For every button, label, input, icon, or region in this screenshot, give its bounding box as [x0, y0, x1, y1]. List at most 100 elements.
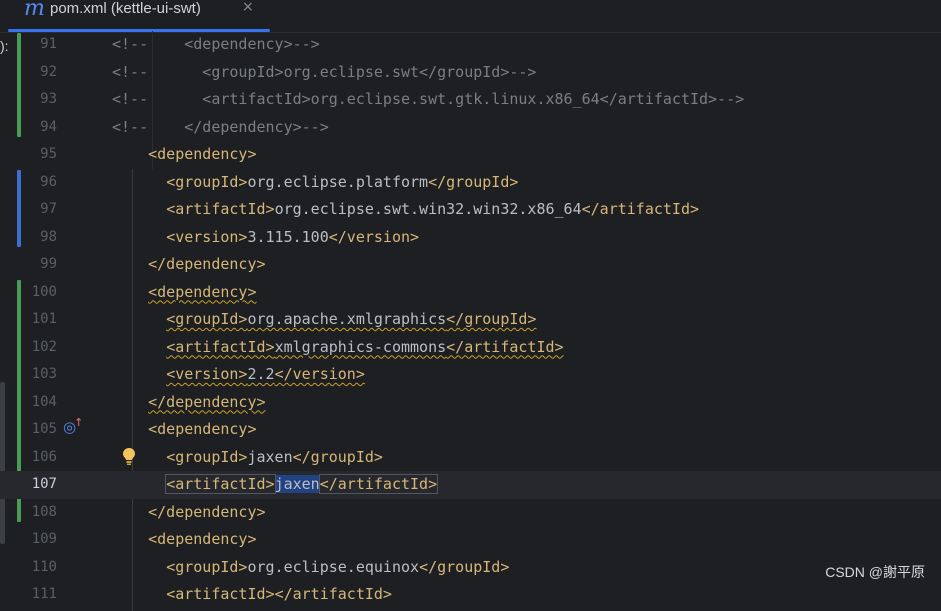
code-line[interactable]: 103 <version>2.2</version>	[0, 361, 941, 389]
code-line[interactable]: 101 <groupId>org.apache.xmlgraphics</gro…	[0, 306, 941, 334]
xml-value: org.eclipse.platform	[247, 172, 429, 191]
code-content: </dependency>	[148, 393, 265, 411]
line-number[interactable]: 97	[20, 200, 57, 218]
code-line[interactable]: 99 </dependency>	[0, 251, 941, 279]
xml-value: 3.115.100	[247, 227, 329, 246]
line-number[interactable]: 106	[20, 448, 57, 466]
code-content: <groupId>org.apache.xmlgraphics</groupId…	[166, 310, 536, 328]
xml-tag: </dependency>	[148, 255, 266, 273]
maven-m-icon: m	[24, 0, 45, 21]
code-line[interactable]: 111 <artifactId></artifactId>	[0, 581, 941, 609]
code-text: <!-- </dependency>-->	[112, 118, 329, 136]
line-number[interactable]: 92	[20, 63, 57, 81]
code-line[interactable]: 93 <!-- <artifactId>org.eclipse.swt.gtk.l…	[0, 86, 941, 114]
xml-tag: <dependency>	[148, 145, 257, 163]
xml-close-tag: </artifactId>	[274, 585, 392, 603]
code-content: <version>2.2</version>	[166, 365, 365, 383]
code-line[interactable]: 107 <artifactId>jaxen</artifactId>	[0, 471, 941, 499]
line-number[interactable]: 94	[20, 118, 57, 136]
xml-close-tag: </artifactId>	[318, 474, 439, 494]
line-number[interactable]: 104	[20, 393, 57, 411]
code-line[interactable]: 108 </dependency>	[0, 499, 941, 527]
close-tab-icon[interactable]: ×	[242, 0, 254, 15]
tab-pom-xml[interactable]: m pom.xml (kettle-ui-swt) ×	[8, 0, 270, 32]
xml-comment: <!-- <artifactId>org.eclipse.swt.gtk.lin…	[112, 90, 745, 108]
code-content: <groupId>org.eclipse.platform</groupId>	[166, 173, 518, 191]
xml-open-tag: <groupId>	[166, 172, 248, 191]
code-line[interactable]: 96 <groupId>org.eclipse.platform</groupI…	[0, 169, 941, 197]
code-line[interactable]: 105 <dependency> ◎↑	[0, 416, 941, 444]
lightbulb-icon[interactable]	[122, 447, 136, 467]
code-text: <groupId>jaxen</groupId>	[112, 448, 383, 466]
xml-open-tag: <version>	[166, 365, 248, 383]
xml-open-tag: <groupId>	[166, 447, 248, 466]
xml-comment: <!-- <groupId>org.eclipse.swt</groupId>-…	[112, 62, 537, 81]
xml-close-tag: </groupId>	[428, 172, 519, 191]
code-line[interactable]: 102 <artifactId>xmlgraphics-commons</art…	[0, 334, 941, 362]
xml-open-tag: <version>	[166, 227, 248, 246]
code-line[interactable]: 92 <!-- <groupId>org.eclipse.swt</groupId…	[0, 59, 941, 87]
line-number[interactable]: 102	[20, 338, 57, 356]
xml-close-tag: </version>	[274, 365, 365, 383]
selected-text: jaxen	[274, 475, 320, 493]
code-line[interactable]: 104 </dependency>	[0, 389, 941, 417]
line-number[interactable]: 93	[20, 90, 57, 108]
code-text: <!-- <dependency>-->	[112, 35, 320, 53]
code-content: <dependency>	[148, 420, 256, 438]
line-number[interactable]: 96	[20, 173, 57, 191]
line-number[interactable]: 111	[20, 585, 57, 603]
line-number[interactable]: 107	[20, 475, 57, 493]
xml-tag: <dependency>	[148, 282, 257, 301]
line-number[interactable]: 105	[20, 420, 57, 438]
line-number[interactable]: 99	[20, 255, 57, 273]
line-number[interactable]: 100	[20, 283, 57, 301]
line-number[interactable]: 91	[20, 35, 57, 53]
xml-close-tag: </artifactId>	[581, 200, 700, 218]
code-line[interactable]: 98 <version>3.115.100</version>	[0, 224, 941, 252]
line-number[interactable]: 108	[20, 503, 57, 521]
xml-open-tag: <artifactId>	[166, 585, 275, 603]
code-content: <artifactId></artifactId>	[166, 585, 392, 603]
xml-open-tag: <artifactId>	[165, 474, 276, 494]
code-text: </dependency>	[112, 503, 265, 521]
code-line[interactable]: 95 <dependency>	[0, 141, 941, 169]
xml-open-tag: <groupId>	[166, 310, 248, 328]
code-content: <!-- </dependency>-->	[112, 118, 329, 136]
code-text: <artifactId>jaxen</artifactId>	[112, 474, 439, 494]
xml-value: org.eclipse.swt.win32.win32.x86_64	[274, 200, 582, 218]
xml-value: 2.2	[247, 365, 275, 383]
code-line[interactable]: 91 <!-- <dependency>-->	[0, 31, 941, 59]
code-text: <groupId>org.eclipse.platform</groupId>	[112, 173, 518, 191]
code-editor[interactable]: 91 <!-- <dependency>--> 92 <!-- <groupId>or…	[0, 31, 941, 611]
line-number[interactable]: 110	[20, 558, 57, 576]
xml-open-tag: <artifactId>	[166, 200, 275, 218]
xml-open-tag: <artifactId>	[166, 337, 275, 356]
code-line[interactable]: 97 <artifactId>org.eclipse.swt.win32.win…	[0, 196, 941, 224]
code-text: <dependency>	[112, 420, 256, 438]
line-number[interactable]: 95	[20, 145, 57, 163]
code-line[interactable]: 110 <groupId>org.eclipse.equinox</groupI…	[0, 554, 941, 582]
line-number[interactable]: 103	[20, 365, 57, 383]
line-number[interactable]: 101	[20, 310, 57, 328]
code-content: <!-- <artifactId>org.eclipse.swt.gtk.lin…	[112, 90, 744, 108]
code-content: <groupId>jaxen</groupId>	[166, 448, 383, 466]
code-line[interactable]: 94 <!-- </dependency>-->	[0, 114, 941, 142]
code-text: <version>2.2</version>	[112, 365, 365, 383]
line-number[interactable]: 98	[20, 228, 57, 246]
xml-comment: <!-- <dependency>-->	[112, 35, 320, 53]
line-number[interactable]: 109	[20, 530, 57, 548]
code-line[interactable]: 106 <groupId>jaxen</groupId>	[0, 444, 941, 472]
implemented-overriding-icon[interactable]: ◎↑	[63, 416, 85, 436]
code-line[interactable]: 109 <dependency>	[0, 526, 941, 554]
code-line[interactable]: 100 <dependency>	[0, 279, 941, 307]
code-content: </dependency>	[148, 255, 265, 273]
